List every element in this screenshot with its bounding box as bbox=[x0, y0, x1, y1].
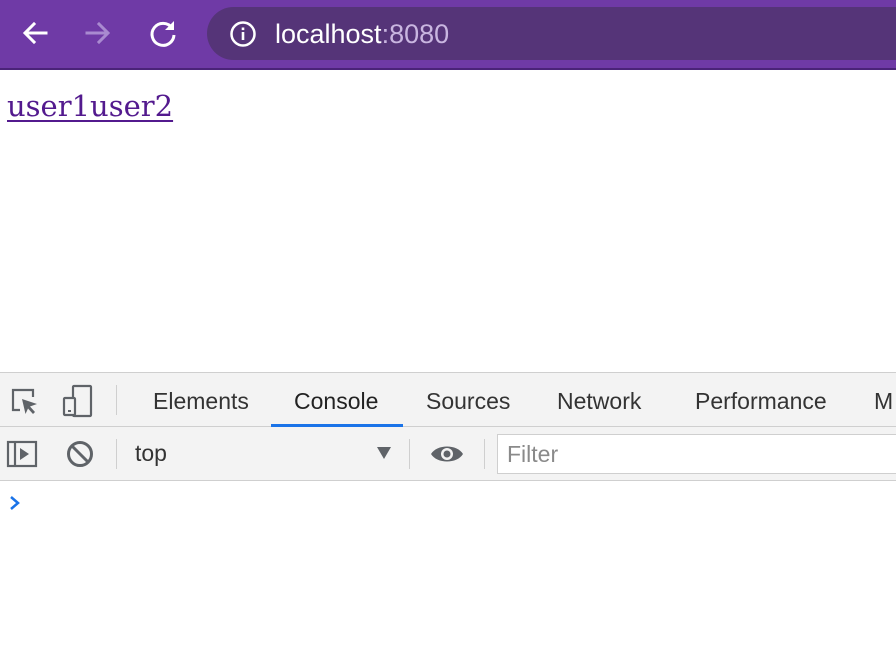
context-value: top bbox=[135, 440, 167, 466]
clear-console-button[interactable] bbox=[65, 439, 95, 469]
tab-sources[interactable]: Sources bbox=[426, 373, 510, 427]
devtools-tab-bar: Elements Console Sources Network Perform… bbox=[0, 372, 896, 427]
live-expression-button[interactable] bbox=[428, 439, 466, 469]
tab-more[interactable]: M bbox=[874, 373, 893, 427]
chevron-right-icon bbox=[10, 496, 20, 510]
eye-icon bbox=[431, 446, 463, 462]
console-toolbar-divider-2 bbox=[409, 439, 410, 469]
arrow-left-icon bbox=[22, 21, 48, 45]
sidebar-toggle-icon bbox=[6, 440, 38, 468]
block-icon bbox=[67, 441, 93, 467]
reload-icon bbox=[150, 21, 176, 47]
dropdown-arrow-icon bbox=[377, 447, 391, 459]
url-text[interactable]: localhost:8080 bbox=[275, 19, 449, 49]
context-selector[interactable]: top bbox=[132, 435, 396, 473]
user-link[interactable]: user1user2 bbox=[7, 89, 173, 123]
inspect-element-button[interactable] bbox=[8, 385, 40, 417]
console-toolbar: top bbox=[0, 427, 896, 481]
forward-button[interactable] bbox=[78, 13, 118, 53]
console-toolbar-divider-3 bbox=[484, 439, 485, 469]
filter-input[interactable] bbox=[497, 434, 896, 474]
back-button[interactable] bbox=[15, 13, 55, 53]
device-toolbar-button[interactable] bbox=[60, 383, 96, 419]
reload-button[interactable] bbox=[143, 13, 183, 53]
browser-toolbar: localhost:8080 bbox=[0, 0, 896, 70]
show-sidebar-button[interactable] bbox=[6, 439, 38, 469]
toolbar-divider bbox=[116, 385, 117, 415]
device-mode-icon bbox=[62, 384, 93, 418]
url-host: localhost bbox=[275, 19, 382, 49]
console-output[interactable] bbox=[0, 482, 896, 646]
tab-network[interactable]: Network bbox=[557, 373, 641, 427]
info-icon[interactable] bbox=[229, 20, 257, 48]
arrow-right-icon bbox=[85, 21, 111, 45]
tab-console[interactable]: Console bbox=[294, 373, 378, 427]
devtools-panel: Elements Console Sources Network Perform… bbox=[0, 372, 896, 646]
console-toolbar-divider bbox=[116, 439, 117, 469]
inspect-cursor-icon bbox=[11, 388, 37, 414]
address-bar[interactable]: localhost:8080 bbox=[207, 7, 896, 60]
page-content: user1user2 bbox=[0, 72, 896, 372]
tab-performance[interactable]: Performance bbox=[695, 373, 827, 427]
tab-elements[interactable]: Elements bbox=[153, 373, 249, 427]
url-port: :8080 bbox=[381, 19, 450, 49]
